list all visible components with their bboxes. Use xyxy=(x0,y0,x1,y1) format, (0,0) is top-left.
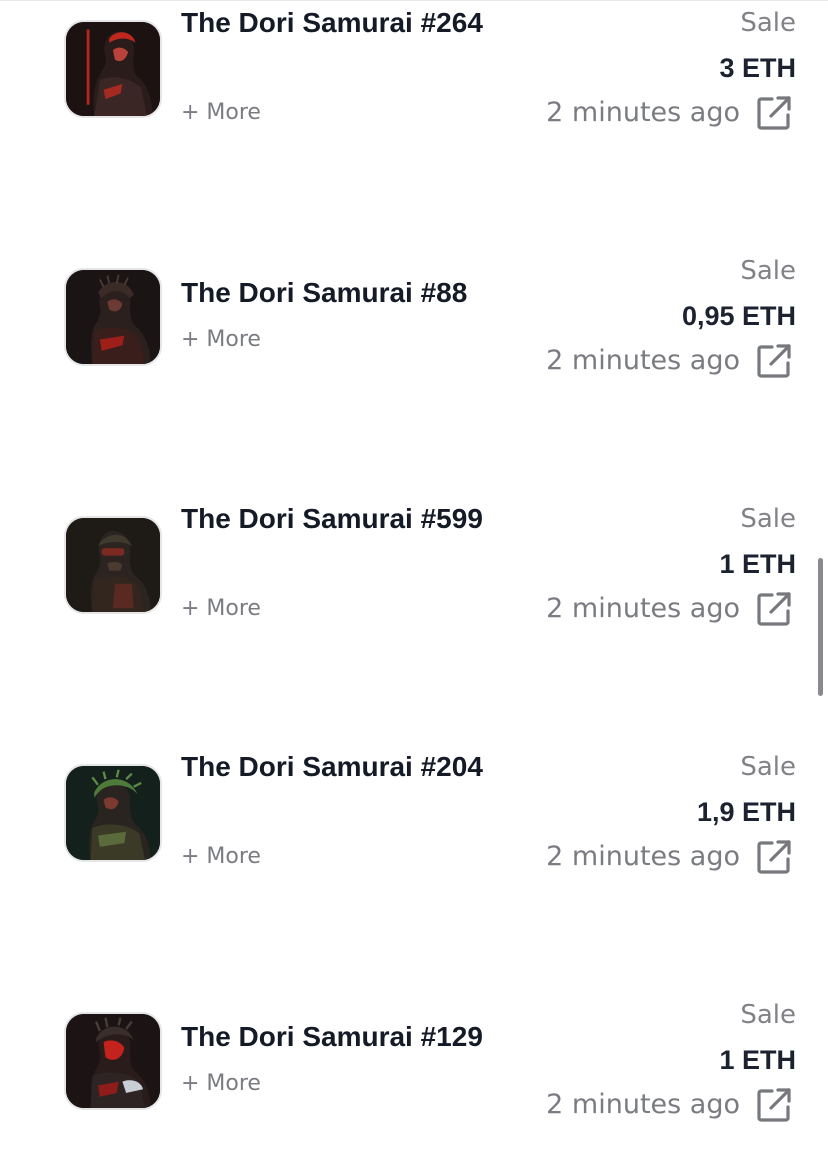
sale-price: 1,9 ETH xyxy=(696,797,796,827)
scrollbar-thumb[interactable] xyxy=(818,558,823,696)
more-link[interactable]: + More xyxy=(181,594,261,624)
sale-price: 3 ETH xyxy=(719,53,796,83)
samurai-portrait-image xyxy=(66,270,160,364)
nft-title[interactable]: The Dori Samurai #599 xyxy=(181,498,501,540)
nft-thumbnail[interactable] xyxy=(64,516,162,614)
event-type: Sale xyxy=(740,1000,796,1030)
sale-price: 0,95 ETH xyxy=(681,301,796,331)
nft-title[interactable]: The Dori Samurai #264 xyxy=(181,2,501,44)
activity-row[interactable]: The Dori Samurai #204 + More Sale 1,9 ET… xyxy=(0,744,828,884)
sale-price: 1 ETH xyxy=(719,1045,796,1075)
timestamp: 2 minutes ago xyxy=(546,345,740,376)
more-link[interactable]: + More xyxy=(181,325,261,355)
external-link-icon[interactable] xyxy=(756,839,792,875)
event-type: Sale xyxy=(740,256,796,286)
external-link-icon[interactable] xyxy=(756,95,792,131)
nft-title[interactable]: The Dori Samurai #88 xyxy=(181,272,501,314)
nft-title[interactable]: The Dori Samurai #204 xyxy=(181,746,501,788)
activity-row[interactable]: The Dori Samurai #129 + More Sale 1 ETH … xyxy=(0,992,828,1132)
samurai-portrait-image xyxy=(66,22,160,116)
more-link[interactable]: + More xyxy=(181,98,261,128)
samurai-portrait-image xyxy=(66,1014,160,1108)
nft-thumbnail[interactable] xyxy=(64,268,162,366)
samurai-portrait-image xyxy=(66,766,160,860)
activity-row[interactable]: The Dori Samurai #599 + More Sale 1 ETH … xyxy=(0,496,828,636)
event-type: Sale xyxy=(740,504,796,534)
event-type: Sale xyxy=(740,752,796,782)
event-type: Sale xyxy=(740,8,796,38)
external-link-icon[interactable] xyxy=(756,343,792,379)
nft-thumbnail[interactable] xyxy=(64,764,162,862)
sale-price: 1 ETH xyxy=(719,549,796,579)
samurai-portrait-image xyxy=(66,518,160,612)
nft-title[interactable]: The Dori Samurai #129 xyxy=(181,1016,501,1058)
external-link-icon[interactable] xyxy=(756,1087,792,1123)
activity-row[interactable]: The Dori Samurai #88 + More Sale 0,95 ET… xyxy=(0,248,828,388)
external-link-icon[interactable] xyxy=(756,591,792,627)
timestamp: 2 minutes ago xyxy=(546,1089,740,1120)
more-link[interactable]: + More xyxy=(181,842,261,872)
timestamp: 2 minutes ago xyxy=(546,841,740,872)
timestamp: 2 minutes ago xyxy=(546,593,740,624)
timestamp: 2 minutes ago xyxy=(546,97,740,128)
nft-thumbnail[interactable] xyxy=(64,20,162,118)
activity-row[interactable]: The Dori Samurai #264 + More Sale 3 ETH … xyxy=(0,0,828,140)
more-link[interactable]: + More xyxy=(181,1069,261,1099)
nft-thumbnail[interactable] xyxy=(64,1012,162,1110)
activity-feed: The Dori Samurai #264 + More Sale 3 ETH … xyxy=(0,0,828,1155)
